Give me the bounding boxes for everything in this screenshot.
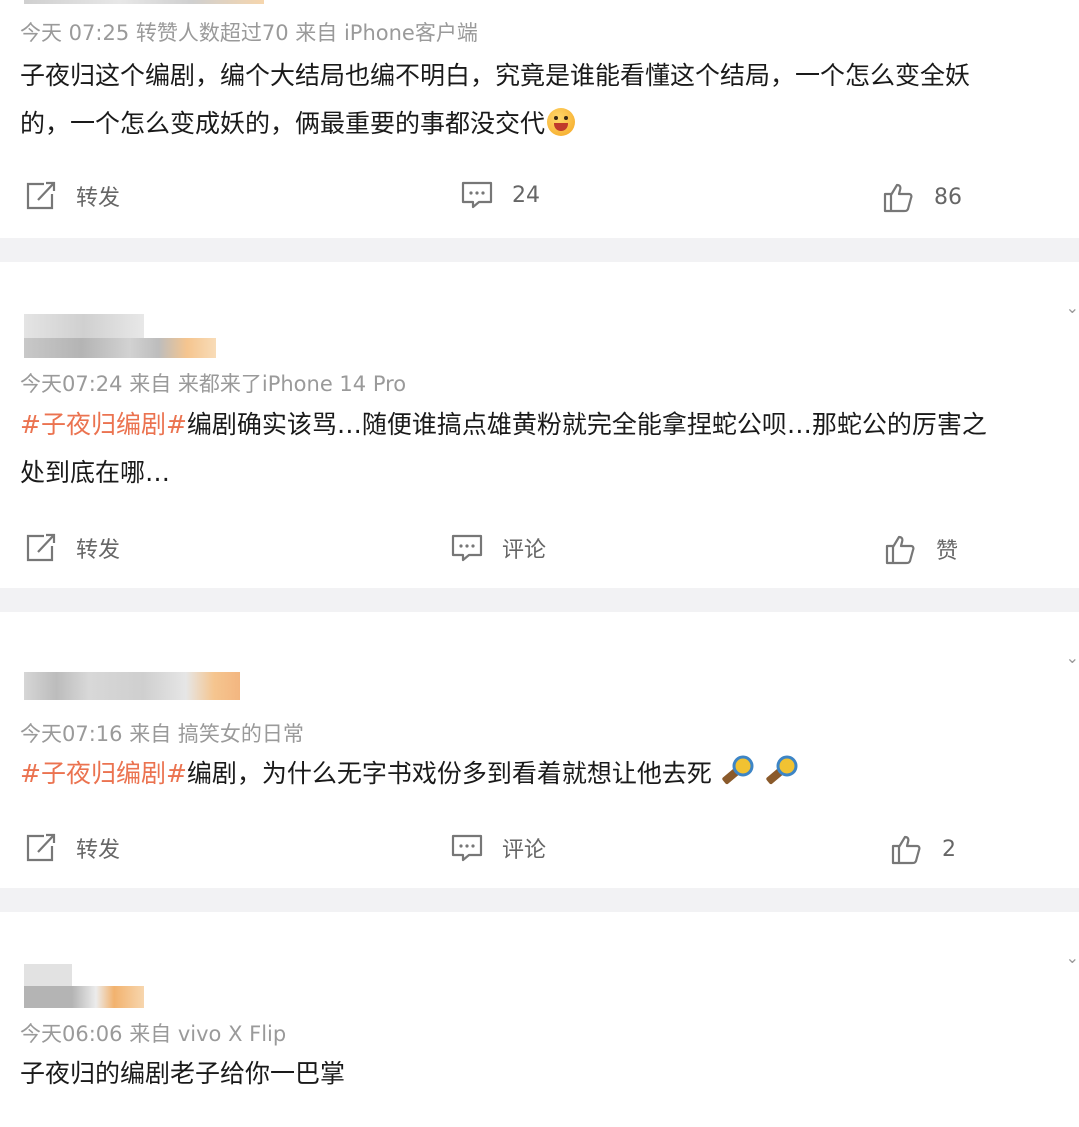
- post-text: #子夜归编剧#编剧确实该骂…随便谁搞点雄黄粉就完全能拿捏蛇公呗…那蛇公的厉害之 …: [20, 401, 1079, 497]
- comment-label: 评论: [502, 838, 547, 863]
- comment-button[interactable]: 24: [460, 180, 540, 210]
- repost-icon: [24, 532, 76, 564]
- microphone-emoji-icon: [718, 754, 756, 804]
- post-card: ⌄ 今天07:24 来自 来都来了iPhone 14 Pro #子夜归编剧#编剧…: [0, 262, 1079, 588]
- like-count: 86: [934, 184, 962, 210]
- post-text-line: 处到底在哪…: [20, 458, 171, 487]
- repost-label: 转发: [76, 538, 121, 563]
- thumbs-up-icon: [882, 180, 934, 214]
- post-meta: 今天06:06 来自 vivo X Flip: [20, 1022, 287, 1046]
- repost-button[interactable]: 转发: [24, 180, 120, 212]
- post-text-line-content: 的，一个怎么变成妖的，俩最重要的事都没交代: [20, 109, 546, 138]
- username-blurred: [24, 672, 240, 700]
- comment-icon: [450, 533, 502, 563]
- username-blurred: [24, 986, 144, 1008]
- hashtag-link[interactable]: #子夜归编剧#: [20, 759, 187, 788]
- repost-icon: [24, 832, 76, 864]
- post-meta: 今天 07:25 转赞人数超过70 来自 iPhone客户端: [20, 21, 478, 45]
- repost-label: 转发: [76, 838, 121, 863]
- like-button[interactable]: 赞: [884, 532, 958, 566]
- like-button[interactable]: 2: [890, 832, 956, 866]
- post-card: 今天 07:25 转赞人数超过70 来自 iPhone客户端 子夜归这个编剧，编…: [0, 0, 1079, 238]
- avatar-blurred: [24, 964, 72, 986]
- comment-button[interactable]: 评论: [450, 832, 546, 864]
- comment-icon: [460, 180, 512, 210]
- comment-label: 评论: [502, 538, 547, 563]
- post-text-line: 子夜归的编剧老子给你一巴掌: [20, 1059, 346, 1088]
- post-text: 子夜归的编剧老子给你一巴掌: [20, 1050, 1079, 1098]
- post-text-line: #子夜归编剧#编剧确实该骂…随便谁搞点雄黄粉就完全能拿捏蛇公呗…那蛇公的厉害之: [20, 401, 1079, 449]
- avatar-blurred: [24, 314, 144, 338]
- post-text-line: #子夜归编剧#编剧，为什么无字书戏份多到看着就想让他去死: [20, 750, 1079, 804]
- username-blurred: [24, 0, 264, 4]
- post-meta: 今天07:16 来自 搞笑女的日常: [20, 722, 304, 746]
- like-button[interactable]: 86: [882, 180, 962, 214]
- grinning-face-emoji-icon: [547, 108, 576, 136]
- chevron-down-icon[interactable]: ⌄: [1066, 298, 1079, 317]
- hashtag-link[interactable]: #子夜归编剧#: [20, 410, 187, 439]
- comment-button[interactable]: 评论: [450, 532, 546, 564]
- post-meta: 今天07:24 来自 来都来了iPhone 14 Pro: [20, 372, 407, 396]
- comment-count: 24: [512, 182, 540, 208]
- like-label: 赞: [936, 539, 959, 564]
- username-blurred: [24, 338, 216, 358]
- post-text-line-content: 编剧，为什么无字书戏份多到看着就想让他去死: [186, 759, 712, 788]
- post-card: ⌄ 今天06:06 来自 vivo X Flip 子夜归的编剧老子给你一巴掌: [0, 912, 1079, 1127]
- post-text: #子夜归编剧#编剧，为什么无字书戏份多到看着就想让他去死: [20, 750, 1079, 804]
- like-count: 2: [942, 836, 956, 862]
- repost-button[interactable]: 转发: [24, 532, 120, 564]
- thumbs-up-icon: [890, 832, 942, 866]
- post-text: 子夜归这个编剧，编个大结局也编不明白，究竟是谁能看懂这个结局，一个怎么变全妖 的…: [20, 52, 1079, 148]
- post-text-line: 的，一个怎么变成妖的，俩最重要的事都没交代: [20, 100, 1079, 148]
- microphone-emoji-icon: [762, 754, 800, 804]
- repost-icon: [24, 180, 76, 212]
- post-text-line: 子夜归这个编剧，编个大结局也编不明白，究竟是谁能看懂这个结局，一个怎么变全妖: [20, 61, 971, 90]
- thumbs-up-icon: [884, 532, 936, 566]
- chevron-down-icon[interactable]: ⌄: [1066, 648, 1079, 667]
- post-card: ⌄ 今天07:16 来自 搞笑女的日常 #子夜归编剧#编剧，为什么无字书戏份多到…: [0, 612, 1079, 888]
- post-text-line-content: 编剧确实该骂…随便谁搞点雄黄粉就完全能拿捏蛇公呗…那蛇公的厉害之: [186, 410, 987, 439]
- chevron-down-icon[interactable]: ⌄: [1066, 948, 1079, 967]
- comment-icon: [450, 833, 502, 863]
- repost-button[interactable]: 转发: [24, 832, 120, 864]
- repost-label: 转发: [76, 186, 121, 211]
